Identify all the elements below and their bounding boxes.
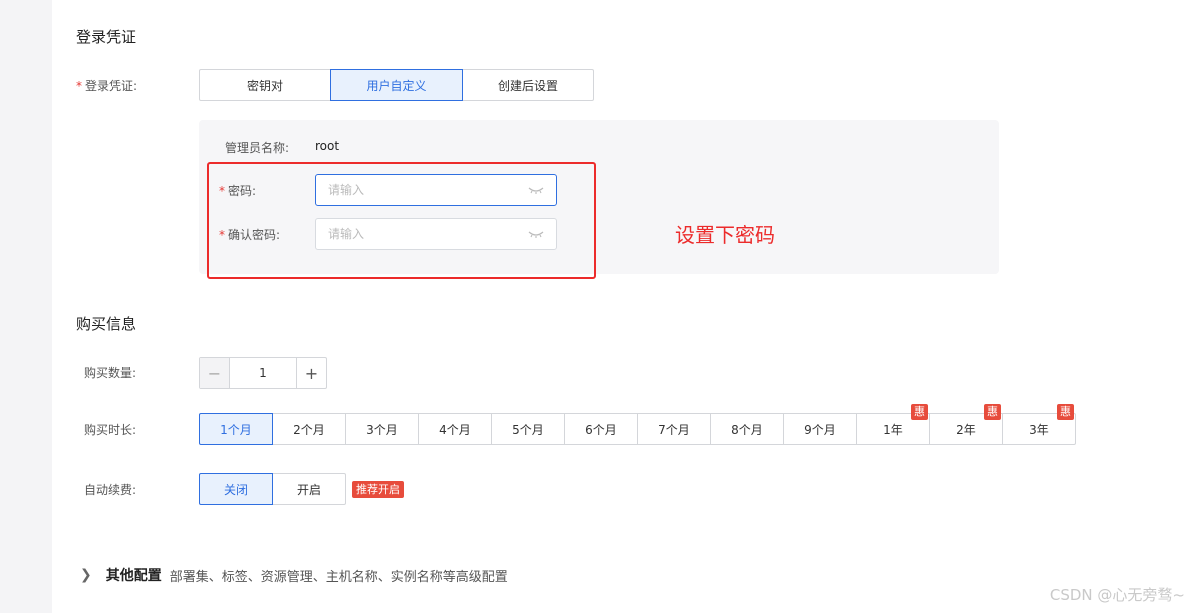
discount-badge: 惠 (911, 404, 928, 420)
renew-on-option[interactable]: 开启 (272, 473, 346, 505)
duration-3-months[interactable]: 3个月 (345, 413, 419, 445)
duration-3-years-label: 3年 (1029, 422, 1049, 437)
discount-badge: 惠 (1057, 404, 1074, 420)
login-credential-label-text: 登录凭证: (85, 79, 138, 93)
duration-7-months[interactable]: 7个月 (637, 413, 711, 445)
duration-4-months[interactable]: 4个月 (418, 413, 492, 445)
chevron-right-icon: ❯ (80, 567, 92, 583)
annotation-text: 设置下密码 (675, 223, 775, 247)
login-credential-segment: 密钥对 用户自定义 创建后设置 (199, 69, 594, 101)
admin-name-label: 管理员名称: (225, 141, 290, 155)
duration-3-years[interactable]: 3年惠 (1002, 404, 1076, 445)
auto-renew-label: 自动续费: (84, 483, 137, 497)
purchase-section-title: 购买信息 (76, 315, 137, 333)
duration-5-months[interactable]: 5个月 (491, 413, 565, 445)
duration-2-months[interactable]: 2个月 (272, 413, 346, 445)
option-custom[interactable]: 用户自定义 (330, 69, 463, 101)
quantity-label: 购买数量: (84, 366, 137, 380)
discount-badge: 惠 (984, 404, 1001, 420)
duration-label: 购买时长: (84, 423, 137, 437)
auto-renew-segment: 关闭 开启 (199, 473, 346, 505)
duration-segment: 1个月 2个月 3个月 4个月 5个月 6个月 7个月 8个月 9个月 1年惠 … (199, 404, 1076, 445)
watermark: CSDN @心无旁骛~ (1049, 586, 1185, 604)
other-config-title: 其他配置 (105, 568, 162, 584)
quantity-stepper: − 1 + (199, 357, 327, 389)
recommend-tag: 推荐开启 (352, 481, 404, 498)
duration-1-year[interactable]: 1年惠 (856, 404, 930, 445)
option-key-pair[interactable]: 密钥对 (199, 69, 331, 101)
other-config-toggle[interactable]: ❯ 其他配置 部署集、标签、资源管理、主机名称、实例名称等高级配置 (80, 565, 508, 585)
duration-2-years[interactable]: 2年惠 (929, 404, 1003, 445)
decrement-button[interactable]: − (200, 358, 230, 388)
login-credential-label: * 登录凭证: (76, 79, 138, 93)
other-config-description: 部署集、标签、资源管理、主机名称、实例名称等高级配置 (169, 569, 508, 585)
quantity-value[interactable]: 1 (230, 358, 296, 388)
duration-9-months[interactable]: 9个月 (783, 413, 857, 445)
admin-name-value: root (315, 139, 340, 153)
login-section-title: 登录凭证 (76, 28, 137, 46)
duration-1-year-label: 1年 (883, 422, 903, 437)
renew-off-option[interactable]: 关闭 (199, 473, 273, 505)
left-sidebar-strip (0, 0, 52, 613)
option-set-after-create[interactable]: 创建后设置 (462, 69, 594, 101)
increment-button[interactable]: + (296, 358, 326, 388)
duration-2-years-label: 2年 (956, 422, 976, 437)
annotation-highlight-box (207, 162, 596, 279)
duration-8-months[interactable]: 8个月 (710, 413, 784, 445)
duration-6-months[interactable]: 6个月 (564, 413, 638, 445)
duration-1-month[interactable]: 1个月 (199, 413, 273, 445)
